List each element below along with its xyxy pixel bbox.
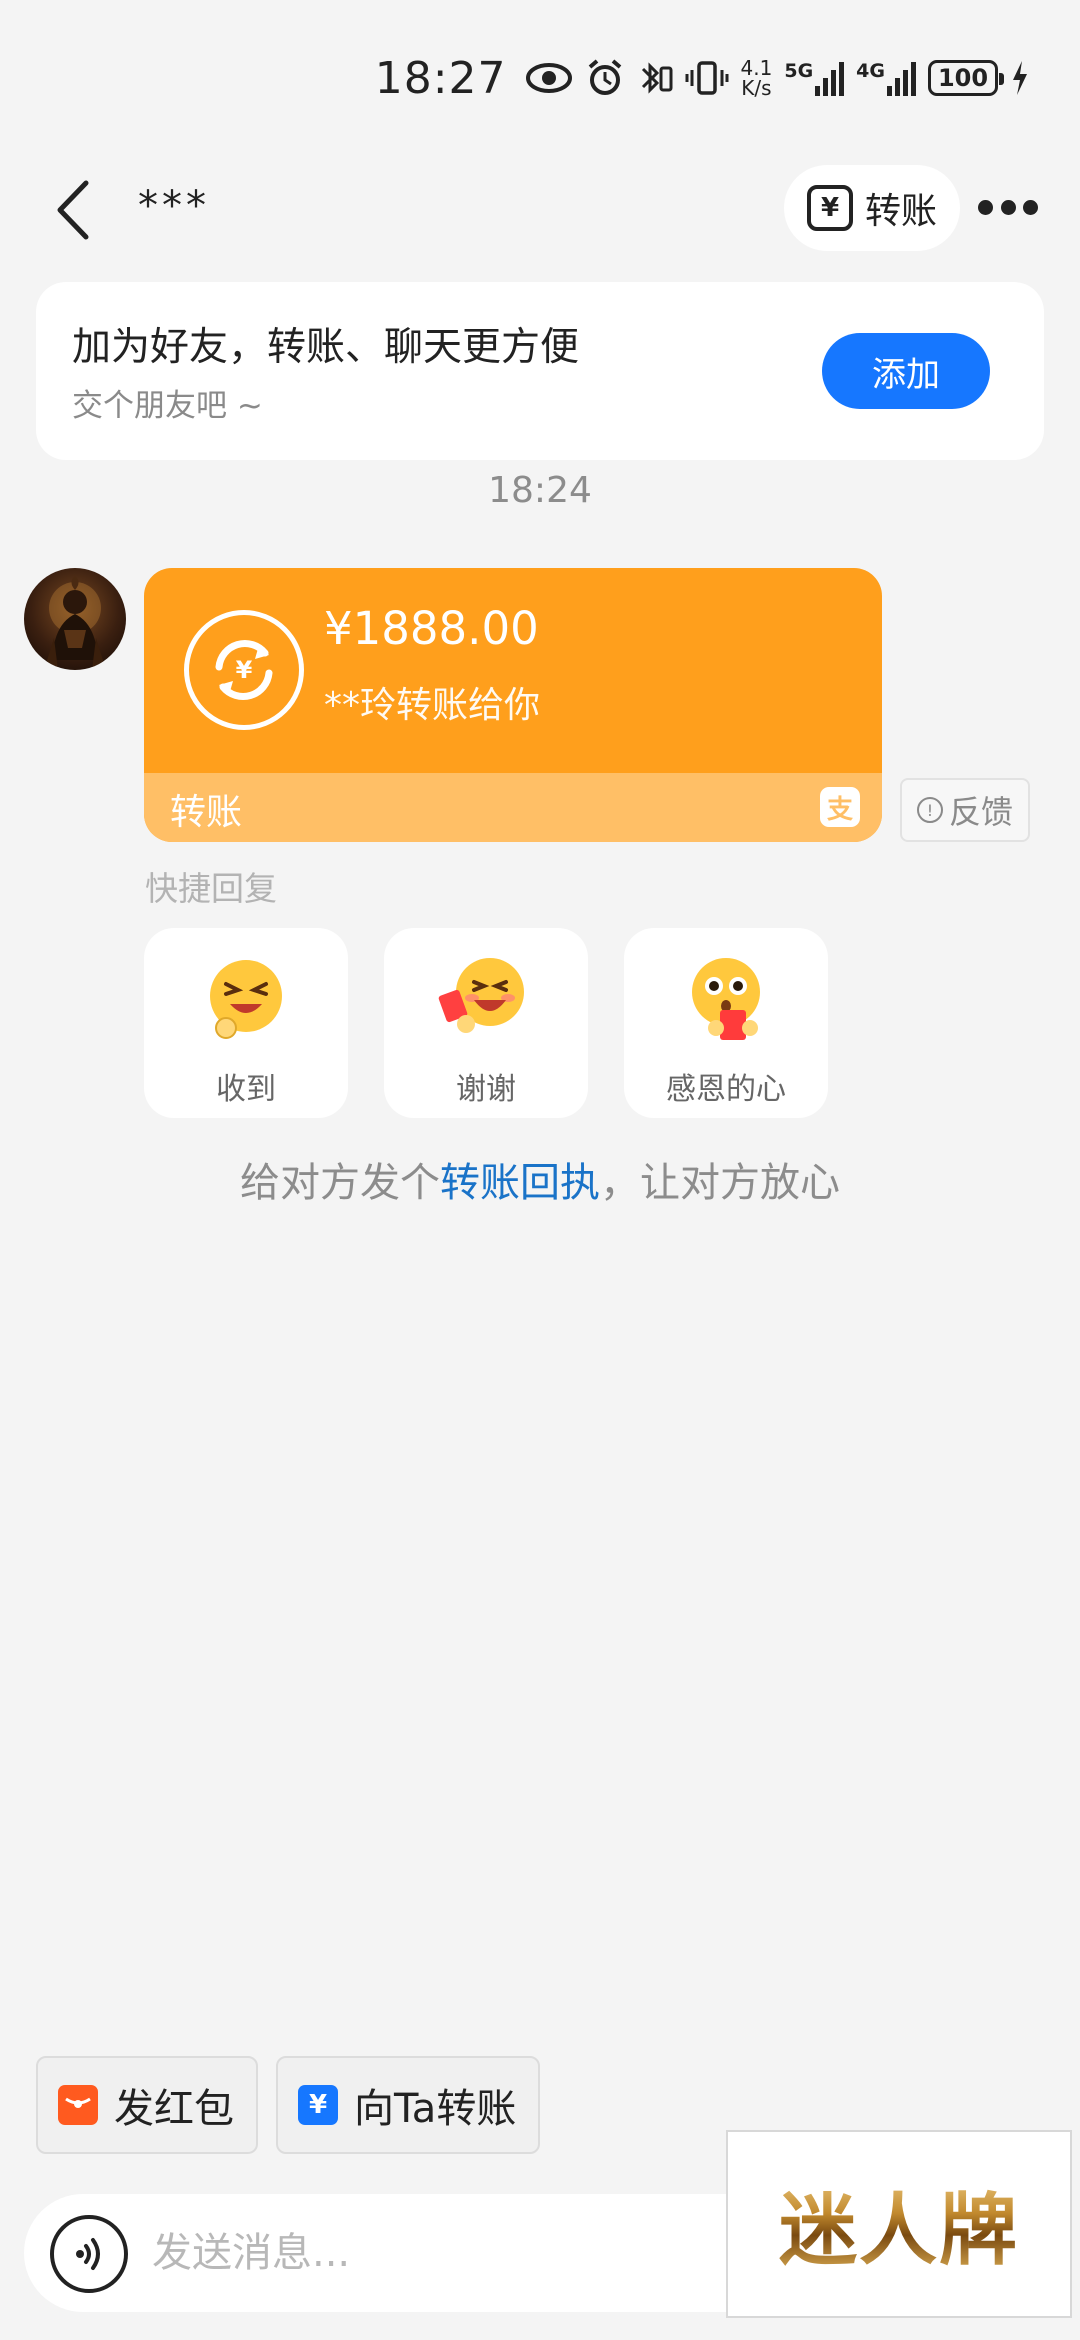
transfer-to-them-label: 向Ta转账 (354, 2086, 517, 2132)
status-bar: 18:27 4.1 K/s 5G 4G 100 (375, 50, 1030, 106)
alipay-icon: 支 (820, 787, 860, 827)
bottom-action-bar: 发红包 ¥ 向Ta转账 (36, 2056, 540, 2154)
signal-bars-icon (887, 60, 916, 96)
info-icon: ! (916, 797, 943, 823)
add-friend-card: 加为好友，转账、聊天更方便 交个朋友吧 ~ 添加 (36, 282, 1044, 460)
quick-reply-grateful[interactable]: 感恩的心 (624, 928, 828, 1118)
feedback-button[interactable]: ! 反馈 (900, 778, 1030, 842)
transfer-card-footer: 转账 支 (144, 773, 882, 842)
coin-glyph: ¥ (236, 656, 253, 684)
signal-4g: 4G (856, 60, 916, 96)
network-speed: 4.1 K/s (741, 58, 773, 98)
transfer-message-card[interactable]: ¥ ¥1888.00 **玲转账给你 转账 支 (144, 568, 882, 842)
transfer-button[interactable]: ¥ 转账 (784, 165, 960, 251)
transfer-amount: ¥1888.00 (324, 602, 539, 655)
signal-5g: 5G (784, 60, 845, 96)
status-time: 18:27 (374, 52, 507, 104)
transfer-yuan-icon: ¥ (298, 2085, 338, 2125)
alarm-icon (585, 58, 625, 98)
transfer-receipt-hint: 给对方发个转账回执，让对方放心 (0, 1150, 1080, 1208)
vibrate-icon (685, 58, 729, 98)
quick-reply-list: 收到 谢谢 感恩的心 (144, 928, 828, 1118)
network-4g-label: 4G (856, 60, 885, 82)
send-red-packet-label: 发红包 (114, 2086, 234, 2132)
quick-reply-thanks[interactable]: 谢谢 (384, 928, 588, 1118)
chevron-left-icon (57, 180, 89, 240)
battery-icon: 100 (928, 60, 1004, 96)
transfer-button-label: 转账 (864, 191, 937, 232)
battery-level: 100 (937, 64, 989, 92)
message-timestamp: 18:24 (488, 470, 592, 511)
signal-bars-icon (815, 60, 845, 96)
transfer-card-label: 转账 (170, 792, 243, 833)
add-friend-title: 加为好友，转账、聊天更方便 (72, 325, 580, 370)
watermark-logo: 迷人牌 (726, 2130, 1072, 2318)
net-speed-unit: K/s (741, 76, 772, 100)
more-options-icon[interactable] (978, 195, 1038, 219)
add-friend-button[interactable]: 添加 (822, 333, 990, 409)
avatar[interactable] (24, 568, 126, 670)
charging-icon (1010, 59, 1030, 97)
red-packet-icon (58, 2085, 98, 2125)
grateful-heart-emoji-icon (692, 958, 760, 1040)
receipt-hint-suffix: ，让对方放心 (600, 1160, 840, 1206)
send-red-packet-button[interactable]: 发红包 (36, 2056, 258, 2154)
net-speed-value: 4.1 (740, 56, 773, 80)
eye-icon (525, 61, 573, 95)
transfer-description: **玲转账给你 (324, 685, 541, 726)
transfer-receipt-link[interactable]: 转账回执 (440, 1160, 600, 1206)
nav-bar: *** ¥ 转账 (0, 165, 1080, 255)
back-button[interactable] (50, 177, 100, 243)
quick-reply-label: 感恩的心 (666, 1072, 786, 1107)
quick-reply-label: 收到 (216, 1072, 276, 1107)
receipt-hint-prefix: 给对方发个 (240, 1160, 440, 1206)
chat-title: *** (138, 183, 210, 229)
transfer-card-body: ¥ ¥1888.00 **玲转账给你 (144, 568, 882, 773)
quick-reply-received[interactable]: 收到 (144, 928, 348, 1118)
buddha-avatar-image (44, 576, 106, 670)
transfer-to-them-button[interactable]: ¥ 向Ta转账 (276, 2056, 540, 2154)
bluetooth-icon (637, 58, 673, 98)
transfer-coin-icon: ¥ (184, 610, 304, 730)
network-5g-label: 5G (784, 60, 814, 82)
quick-reply-label: 谢谢 (456, 1072, 516, 1107)
thanks-red-packet-emoji-icon (438, 958, 524, 1033)
voice-input-button[interactable] (50, 2215, 128, 2293)
message-input[interactable] (152, 2222, 712, 2284)
feedback-label: 反馈 (948, 793, 1013, 831)
quick-reply-title: 快捷回复 (145, 869, 277, 908)
watermark-text: 迷人牌 (779, 2168, 1019, 2280)
voice-icon (76, 2238, 100, 2270)
laughing-ok-emoji-icon (210, 960, 282, 1039)
transfer-icon: ¥ (806, 185, 853, 231)
add-friend-subtitle: 交个朋友吧 ~ (72, 388, 263, 424)
